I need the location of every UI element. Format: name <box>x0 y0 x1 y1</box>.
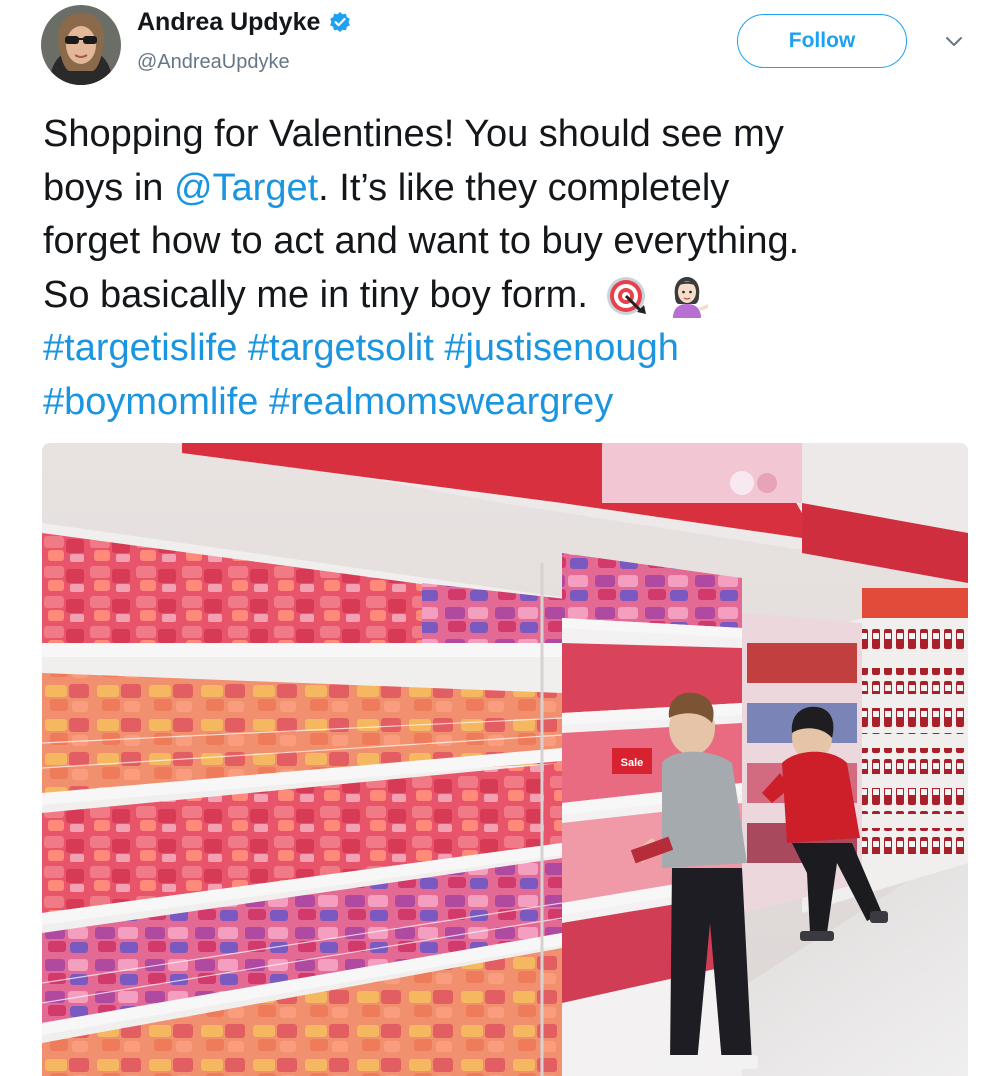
tweet-text-segment: Shopping for Valentines! You should see … <box>43 113 784 155</box>
hashtags-line[interactable]: #targetislife #targetsolit #justisenough <box>43 322 973 376</box>
hashtags-line[interactable]: #boymomlife #realmomsweargrey <box>43 376 973 430</box>
tweet-photo[interactable]: Sale <box>42 443 968 1076</box>
tweet-line: boys in @Target. It’s like they complete… <box>43 162 973 216</box>
chevron-down-icon[interactable] <box>945 35 963 49</box>
store-aisle-photo: Sale <box>42 443 968 1076</box>
svg-text:Sale: Sale <box>621 757 644 769</box>
author-name[interactable]: Andrea Updyke <box>137 8 320 37</box>
avatar[interactable] <box>41 5 121 85</box>
tweet-text-segment: So basically me in tiny boy form. <box>43 273 588 316</box>
sale-sign: Sale <box>612 748 652 774</box>
tweet-text-segment: . It’s like they completely <box>318 166 730 209</box>
follow-button[interactable]: Follow <box>737 14 907 68</box>
hashtag-links[interactable]: #boymomlife #realmomsweargrey <box>43 381 613 423</box>
avatar-image <box>41 5 121 85</box>
tweet-line: So basically me in tiny boy form. <box>43 269 973 323</box>
tweet-text-segment: forget how to act and want to buy everyt… <box>43 220 800 262</box>
mention-link[interactable]: @Target <box>174 167 318 209</box>
tweet-line: forget how to act and want to buy everyt… <box>43 215 973 269</box>
direct-hit-emoji-icon <box>607 277 647 316</box>
author-handle[interactable]: @AndreaUpdyke <box>137 51 290 74</box>
tweet-line: Shopping for Valentines! You should see … <box>43 108 973 162</box>
woman-tipping-hand-emoji-icon <box>673 277 709 319</box>
author-name-row[interactable]: Andrea Updyke <box>137 8 352 37</box>
tweet-text-segment: boys in <box>43 166 174 209</box>
verified-badge-icon <box>330 11 351 32</box>
tweet-text: Shopping for Valentines! You should see … <box>43 108 973 429</box>
hashtag-links[interactable]: #targetislife #targetsolit #justisenough <box>43 327 679 369</box>
